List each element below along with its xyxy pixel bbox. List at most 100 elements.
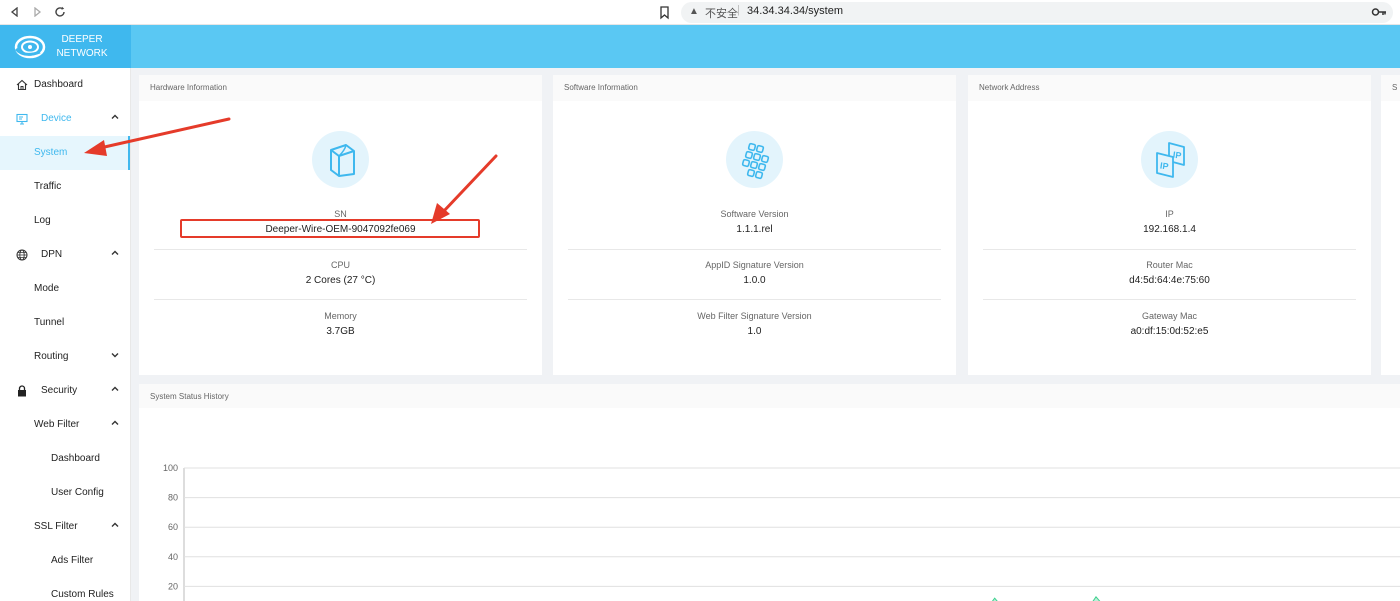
- sidebar-item-ads-filter[interactable]: Ads Filter: [0, 544, 130, 578]
- series-area: [184, 596, 1400, 601]
- divider: [154, 249, 527, 250]
- router-mac-value: d4:5d:64:4e:75:60: [1129, 275, 1210, 286]
- sidebar-item-label: Ads Filter: [51, 555, 94, 566]
- sidebar-item-system[interactable]: System: [0, 136, 130, 170]
- router-mac-field: Router Mac d4:5d:64:4e:75:60: [968, 260, 1371, 286]
- sidebar-item-mode[interactable]: Mode: [0, 272, 130, 306]
- gateway-mac-field: Gateway Mac a0:df:15:0d:52:e5: [968, 311, 1371, 337]
- y-tick-label: 80: [168, 493, 178, 503]
- sidebar-item-label: SSL Filter: [34, 521, 78, 532]
- chevron-down-icon: [111, 353, 119, 358]
- sidebar-item-label: DPN: [41, 249, 63, 260]
- sidebar-item-web-filter[interactable]: Web Filter: [0, 408, 130, 442]
- divider: [983, 249, 1356, 250]
- y-tick-label: 20: [168, 581, 178, 591]
- ip-field: IP 192.168.1.4: [968, 209, 1371, 235]
- card-header: S: [1381, 75, 1400, 101]
- home-icon: [16, 79, 28, 91]
- chevron-up-icon: [111, 386, 119, 391]
- hardware-info-card: Hardware Information SN Deeper-Wire-OEM-…: [139, 75, 542, 375]
- reload-icon[interactable]: [51, 3, 69, 21]
- sidebar-item-label: Traffic: [34, 181, 62, 192]
- chevron-up-icon: [111, 420, 119, 425]
- url-text: 34.34.34.34/system: [747, 5, 844, 17]
- chevron-up-icon: [111, 114, 119, 119]
- memory-label: Memory: [324, 311, 357, 321]
- software-version-label: Software Version: [720, 209, 789, 219]
- card-title: Software Information: [564, 83, 638, 92]
- ip-value: 192.168.1.4: [1143, 224, 1196, 235]
- ip-icon: IP IP: [1155, 141, 1185, 178]
- svg-text:IP: IP: [1172, 149, 1182, 160]
- sidebar-item-label: System: [34, 147, 68, 158]
- divider: [568, 249, 941, 250]
- sidebar-item-web-filter-dashboard[interactable]: Dashboard: [0, 442, 130, 476]
- browser-toolbar: ▲ 不安全 | 34.34.34.34/system: [0, 0, 1400, 25]
- deeper-logo-icon: [14, 35, 46, 59]
- y-tick-label: 60: [168, 522, 178, 532]
- card-title: Hardware Information: [150, 83, 227, 92]
- app-header: [0, 25, 1400, 68]
- status-history-chart: 100 80 60 40 20: [163, 463, 1400, 601]
- sidebar-item-label: Dashboard: [34, 79, 83, 90]
- forward-icon[interactable]: [28, 3, 46, 21]
- bookmark-icon[interactable]: [657, 4, 673, 20]
- sidebar-item-tunnel[interactable]: Tunnel: [0, 306, 130, 340]
- hardware-box-icon: [329, 143, 355, 177]
- warning-icon: ▲: [689, 6, 699, 17]
- card-header: Software Information: [553, 75, 956, 101]
- webfilter-signature-value: 1.0: [747, 326, 762, 337]
- cpu-label: CPU: [330, 260, 350, 270]
- sidebar-item-security[interactable]: Security: [0, 374, 130, 408]
- ip-label: IP: [1165, 209, 1174, 219]
- address-bar[interactable]: ▲ 不安全 | 34.34.34.34/system: [681, 2, 1393, 23]
- back-icon[interactable]: [6, 3, 24, 21]
- cpu-value: 2 Cores (27 °C): [305, 275, 376, 286]
- monitor-icon: [16, 113, 28, 125]
- sidebar-item-dpn[interactable]: DPN: [0, 238, 130, 272]
- software-info-card: Software Information Software Version 1.…: [553, 75, 956, 375]
- lock-icon: [18, 385, 26, 397]
- card-title: Network Address: [979, 83, 1040, 92]
- router-mac-label: Router Mac: [1146, 260, 1193, 270]
- brand-logo[interactable]: DEEPER NETWORK: [0, 25, 131, 68]
- sidebar-item-label: Web Filter: [34, 419, 80, 430]
- card-header: Network Address: [968, 75, 1371, 101]
- sidebar-item-custom-rules[interactable]: Custom Rules: [0, 578, 130, 601]
- software-version-value: 1.1.1.rel: [736, 224, 773, 235]
- brand-line1: DEEPER: [61, 34, 103, 45]
- chevron-up-icon: [111, 250, 119, 255]
- series-line: [991, 595, 1101, 601]
- y-tick-label: 100: [163, 463, 178, 473]
- sidebar-item-label: Tunnel: [34, 317, 65, 328]
- network-address-card: Network Address IP IP IP 192.168.1.4 Rou…: [968, 75, 1371, 375]
- sidebar-item-label: Dashboard: [51, 453, 100, 464]
- network-icon-badge: IP IP: [1141, 131, 1198, 188]
- sidebar-item-routing[interactable]: Routing: [0, 340, 130, 374]
- sidebar-item-device[interactable]: Device: [0, 102, 130, 136]
- url-separator: |: [737, 4, 740, 16]
- sidebar-item-dashboard[interactable]: Dashboard: [0, 68, 130, 102]
- sidebar-item-ssl-filter[interactable]: SSL Filter: [0, 510, 130, 544]
- gateway-mac-label: Gateway Mac: [1141, 311, 1198, 321]
- sidebar: Dashboard Device System Traffic Log DPN …: [0, 68, 131, 601]
- sidebar-item-label: Routing: [34, 351, 69, 362]
- brand-text: DEEPER NETWORK: [52, 33, 112, 61]
- sidebar-item-traffic[interactable]: Traffic: [0, 170, 130, 204]
- software-version-field: Software Version 1.1.1.rel: [553, 209, 956, 235]
- key-icon[interactable]: [1371, 5, 1387, 19]
- card-header: Hardware Information: [139, 75, 542, 101]
- software-icon-badge: [726, 131, 783, 188]
- sidebar-item-log[interactable]: Log: [0, 204, 130, 238]
- cpu-field: CPU 2 Cores (27 °C): [139, 260, 542, 286]
- sidebar-item-user-config[interactable]: User Config: [0, 476, 130, 510]
- appid-signature-field: AppID Signature Version 1.0.0: [553, 260, 956, 286]
- sn-highlight-box: [180, 219, 480, 238]
- sidebar-item-label: Log: [34, 215, 51, 226]
- sidebar-item-label: Custom Rules: [51, 589, 114, 600]
- chevron-up-icon: [111, 522, 119, 527]
- globe-icon: [16, 249, 28, 261]
- status-history-panel: System Status History 100 80 60 40 20: [139, 384, 1400, 601]
- appid-signature-label: AppID Signature Version: [705, 260, 804, 270]
- partial-card: S: [1381, 75, 1400, 375]
